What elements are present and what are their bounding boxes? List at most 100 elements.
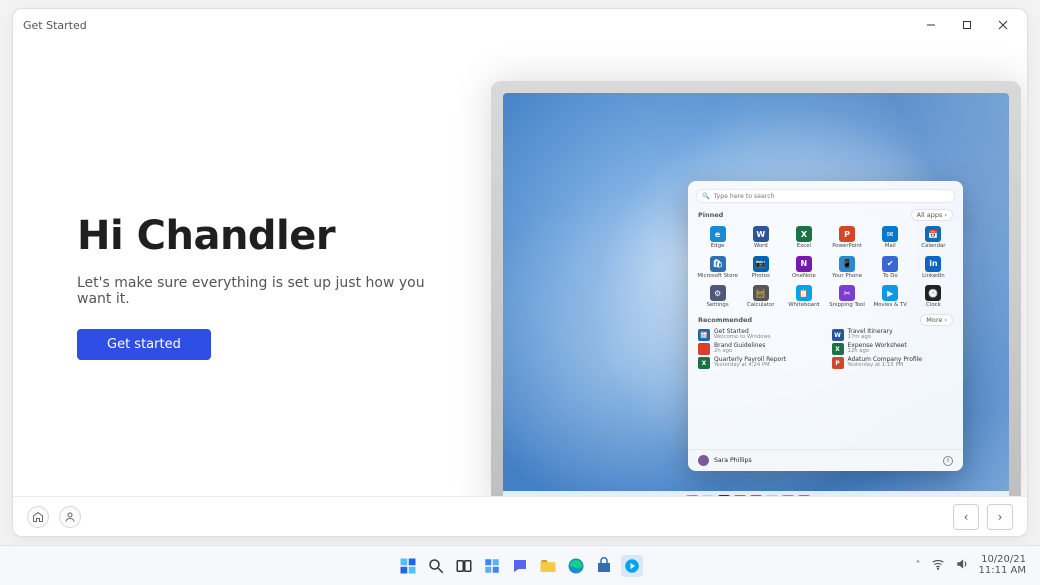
window-title: Get Started (23, 19, 87, 32)
page-subheading: Let's make sure everything is set up jus… (77, 275, 457, 307)
maximize-button[interactable] (949, 9, 985, 41)
pinned-app[interactable]: 📋 Whiteboard (782, 283, 825, 311)
pinned-app[interactable]: ✔To Do (869, 254, 912, 282)
pinned-app[interactable]: ⚙Settings (696, 283, 739, 311)
inner-user-name[interactable]: Sara Phillips (714, 457, 752, 464)
chat-icon[interactable] (509, 555, 531, 577)
edge-icon[interactable] (565, 555, 587, 577)
store-icon[interactable] (593, 555, 615, 577)
app-label: Calculator (747, 303, 774, 309)
tray-chevron-icon[interactable]: ˄ (916, 560, 921, 571)
all-apps-button[interactable]: All apps › (911, 209, 953, 221)
widgets-icon[interactable] (481, 555, 503, 577)
get-started-button[interactable]: Get started (77, 329, 211, 360)
app-label: PowerPoint (832, 244, 862, 250)
pinned-app[interactable]: ✂Snipping Tool (826, 283, 869, 311)
app-icon: ⚙ (710, 285, 726, 301)
account-button[interactable] (59, 506, 81, 528)
recommended-item[interactable]: WTravel Itinerary17m ago (832, 329, 954, 341)
app-label: Snipping Tool (829, 303, 865, 309)
app-label: Excel (797, 244, 811, 250)
recommended-item[interactable]: 🪟Get StartedWelcome to Windows (698, 329, 820, 341)
app-icon: 🛍 (710, 256, 726, 272)
app-label: Edge (711, 244, 725, 250)
prev-page-button[interactable]: ‹ (953, 504, 979, 530)
app-icon: 🕑 (925, 285, 941, 301)
file-icon: X (832, 343, 844, 355)
recommended-item[interactable]: XExpense Worksheet12h ago (832, 343, 954, 355)
rec-sub: Yesterday at 1:15 PM (848, 363, 923, 369)
close-button[interactable] (985, 9, 1021, 41)
app-icon: 📱 (839, 256, 855, 272)
pinned-app[interactable]: eEdge (696, 224, 739, 252)
pinned-app[interactable]: ▶ Movies & TV (869, 283, 912, 311)
pinned-app[interactable]: 🕑 Clock (912, 283, 955, 311)
file-icon: P (832, 357, 844, 369)
minimize-button[interactable] (913, 9, 949, 41)
inner-start-icon[interactable] (686, 495, 698, 496)
pinned-app[interactable]: inLinkedIn (912, 254, 955, 282)
app-icon: 📅 (925, 226, 941, 242)
power-button-icon[interactable] (943, 456, 953, 466)
file-icon: 🪟 (698, 329, 710, 341)
pinned-app[interactable]: X Excel (782, 224, 825, 252)
app-label: Clock (926, 303, 941, 309)
app-label: Whiteboard (788, 303, 819, 309)
wifi-icon[interactable] (931, 557, 945, 574)
file-icon: W (832, 329, 844, 341)
app-label: OneNote (792, 274, 816, 280)
app-icon: N (796, 256, 812, 272)
pinned-app[interactable]: 📅Calendar (912, 224, 955, 252)
get-started-window: Get Started Hi Chandler Let's make sure … (12, 8, 1028, 537)
app-label: Photos (752, 274, 770, 280)
next-page-button[interactable]: › (987, 504, 1013, 530)
file-icon: X (698, 357, 710, 369)
app-icon: ✉ (882, 226, 898, 242)
pinned-app[interactable]: WWord (739, 224, 782, 252)
app-icon: 📋 (796, 285, 812, 301)
task-view-icon[interactable] (453, 555, 475, 577)
pinned-app[interactable]: P PowerPoint (826, 224, 869, 252)
rec-sub: 2h ago (714, 349, 765, 355)
recommended-item[interactable]: XQuarterly Payroll ReportYesterday at 4:… (698, 357, 820, 369)
pinned-app[interactable]: 🧮 Calculator (739, 283, 782, 311)
app-label: To Do (883, 274, 898, 280)
start-icon[interactable] (397, 555, 419, 577)
pinned-app[interactable]: 📷 Photos (739, 254, 782, 282)
app-icon: P (839, 226, 855, 242)
pinned-app[interactable]: 📱 Your Phone (826, 254, 869, 282)
inner-search-box[interactable]: 🔍 Type here to search (696, 189, 955, 203)
rec-sub: Welcome to Windows (714, 335, 771, 341)
app-label: Movies & TV (874, 303, 907, 309)
home-button[interactable] (27, 506, 49, 528)
app-icon: ▶ (882, 285, 898, 301)
app-icon: 📷 (753, 256, 769, 272)
volume-icon[interactable] (955, 557, 969, 574)
chevron-right-icon: › (944, 316, 947, 324)
os-taskbar: ˄ 10/20/21 11:11 AM (0, 545, 1040, 585)
app-icon: X (796, 226, 812, 242)
app-label: LinkedIn (922, 274, 945, 280)
get-started-taskbar-icon[interactable] (621, 555, 643, 577)
titlebar: Get Started (13, 9, 1027, 41)
inner-taskbar: 🔍 (503, 491, 1009, 496)
pinned-app[interactable]: 🛍Microsoft Store (696, 254, 739, 282)
search-icon[interactable] (425, 555, 447, 577)
recommended-item[interactable]: PAdatum Company ProfileYesterday at 1:15… (832, 357, 954, 369)
rec-sub: 12h ago (848, 349, 907, 355)
system-clock[interactable]: 10/20/21 11:11 AM (979, 555, 1026, 576)
more-button[interactable]: More › (920, 314, 953, 326)
pinned-app[interactable]: N OneNote (782, 254, 825, 282)
pinned-app[interactable]: ✉Mail (869, 224, 912, 252)
app-icon: 🧮 (753, 285, 769, 301)
search-icon: 🔍 (702, 192, 710, 200)
inner-start-menu: 🔍 Type here to search Pinned All apps › … (688, 181, 963, 471)
app-label: Your Phone (832, 274, 862, 280)
app-label: Word (754, 244, 768, 250)
file-explorer-icon[interactable] (537, 555, 559, 577)
page-heading: Hi Chandler (77, 213, 457, 259)
user-avatar-icon (698, 455, 709, 466)
chevron-right-icon: › (944, 211, 947, 219)
recommended-item[interactable]: Brand Guidelines2h ago (698, 343, 820, 355)
rec-sub: Yesterday at 4:24 PM (714, 363, 786, 369)
